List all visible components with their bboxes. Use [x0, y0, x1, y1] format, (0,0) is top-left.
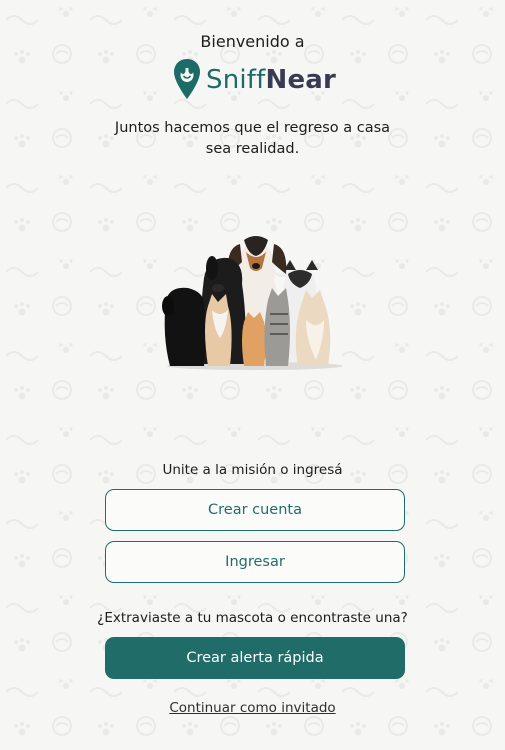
quick-alert-button[interactable]: Crear alerta rápida: [105, 637, 405, 679]
brand-name-part1: Sniff: [206, 65, 266, 95]
brand-name: SniffNear: [206, 58, 336, 102]
welcome-text: Bienvenido a: [200, 32, 305, 51]
lost-pet-question: ¿Extraviaste a tu mascota o encontraste …: [97, 610, 408, 626]
brand-logo: SniffNear: [173, 58, 336, 102]
brand-name-part2: Near: [265, 65, 337, 95]
continue-as-guest-link[interactable]: Continuar como invitado: [169, 700, 335, 716]
auth-prompt: Unite a la misión o ingresá: [162, 462, 343, 478]
tagline: Juntos hacemos que el regreso a casa sea…: [114, 120, 391, 157]
location-pin-paw-icon: [174, 59, 200, 99]
login-button[interactable]: Ingresar: [105, 541, 405, 583]
guest-link-container: Continuar como invitado: [0, 700, 505, 716]
pets-group-image: [162, 236, 343, 370]
create-account-button[interactable]: Crear cuenta: [105, 489, 405, 531]
